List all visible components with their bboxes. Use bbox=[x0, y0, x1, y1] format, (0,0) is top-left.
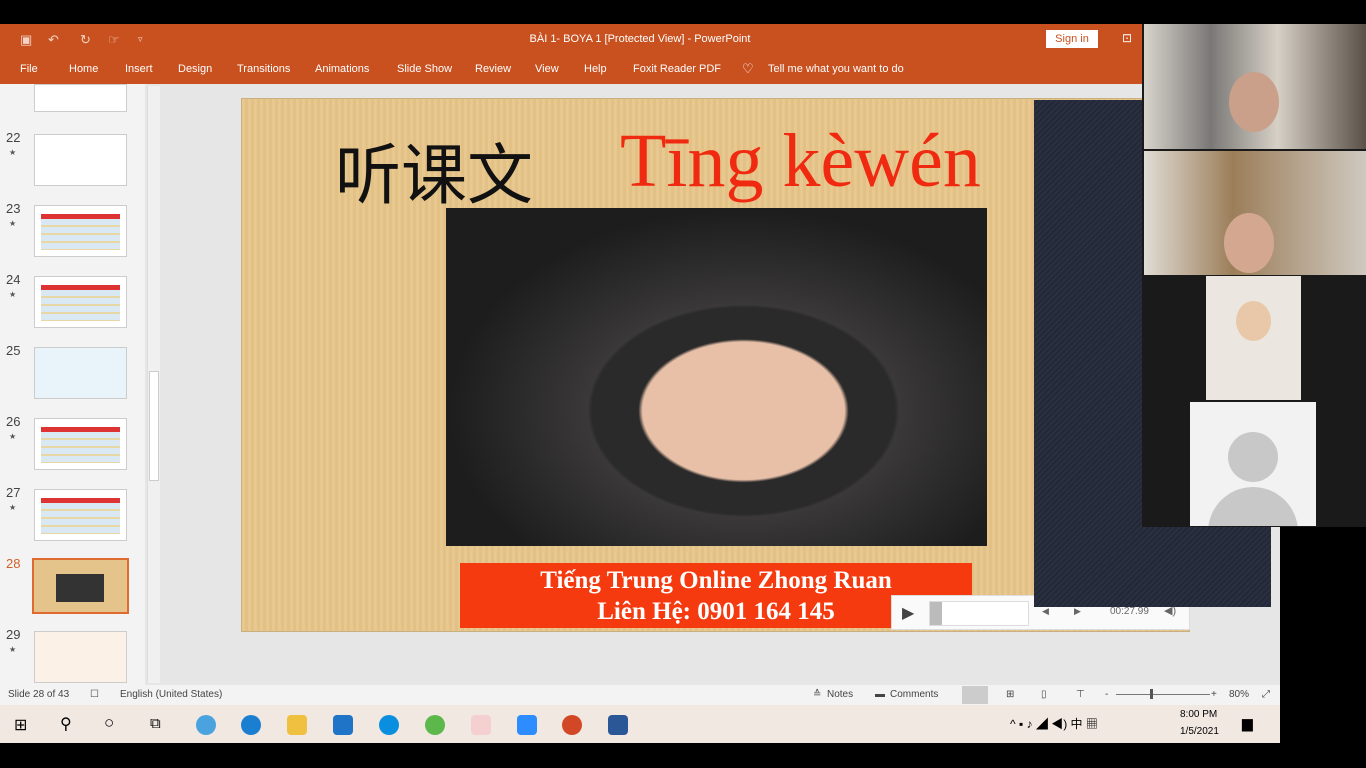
tab-transitions[interactable]: Transitions bbox=[237, 63, 290, 75]
slide-number: 28 bbox=[6, 556, 21, 571]
slide-number: 25 bbox=[6, 343, 21, 358]
tab-slide-show[interactable]: Slide Show bbox=[397, 63, 452, 75]
tab-home[interactable]: Home bbox=[69, 63, 98, 75]
thumbnail-scrollbar[interactable] bbox=[147, 86, 160, 683]
clock-time[interactable]: 8:00 PM bbox=[1180, 709, 1217, 720]
start-icon[interactable]: ⊞ bbox=[14, 715, 27, 735]
clock-date[interactable]: 1/5/2021 bbox=[1180, 726, 1219, 737]
app-icon[interactable] bbox=[425, 715, 445, 735]
slide-number: 27 bbox=[6, 485, 21, 500]
slide-sorter-icon[interactable]: ⊞ bbox=[1006, 689, 1014, 700]
fit-slide-icon[interactable]: ⤢ bbox=[1262, 689, 1270, 700]
reading-view-icon[interactable]: ▯ bbox=[1041, 689, 1047, 700]
lightbulb-icon: ♡ bbox=[742, 61, 754, 76]
windows-taskbar: ⊞ ⚲ ○ ⧉ ^ ▪ ♪ ◢ ◀) 中 ▦ 8:00 PM 1/5/2021 … bbox=[0, 705, 1280, 743]
slideshow-icon[interactable]: ⊤ bbox=[1076, 689, 1085, 700]
mail-icon[interactable] bbox=[333, 715, 353, 735]
participant-avatar-placeholder[interactable] bbox=[1190, 402, 1316, 526]
tab-animations[interactable]: Animations bbox=[315, 63, 369, 75]
slide-number: 23 bbox=[6, 201, 21, 216]
title-bar: ▣ ↶ ↻ ☞ ▿ BÀI 1- BOYA 1 [Protected View]… bbox=[0, 24, 1142, 55]
zoom-out-icon[interactable]: - bbox=[1105, 689, 1108, 700]
language[interactable]: English (United States) bbox=[120, 689, 222, 700]
star-icon: ★ bbox=[9, 645, 17, 654]
tab-foxit[interactable]: Foxit Reader PDF bbox=[633, 63, 721, 75]
slide-number: 22 bbox=[6, 130, 21, 145]
slide-thumbnail-selected[interactable] bbox=[32, 558, 129, 614]
video-participants-panel bbox=[1142, 24, 1366, 527]
participant-video[interactable] bbox=[1206, 276, 1301, 400]
avatar-icon bbox=[1228, 432, 1278, 482]
slide-number: 29 bbox=[6, 627, 21, 642]
tab-view[interactable]: View bbox=[535, 63, 559, 75]
audio-time: 00:27.99 bbox=[1110, 606, 1149, 617]
tab-file[interactable]: File bbox=[20, 63, 38, 75]
zoom-in-icon[interactable]: + bbox=[1211, 689, 1217, 700]
notes-button[interactable]: Notes bbox=[827, 689, 853, 700]
slide-thumbnail[interactable] bbox=[34, 134, 127, 186]
notifications-icon[interactable]: ▆ bbox=[1242, 715, 1253, 732]
tab-help[interactable]: Help bbox=[584, 63, 607, 75]
slide-title-pinyin: Tīng kèwén bbox=[620, 119, 981, 203]
tab-review[interactable]: Review bbox=[475, 63, 511, 75]
play-icon[interactable]: ▶ bbox=[902, 603, 914, 623]
app-icon[interactable] bbox=[471, 715, 491, 735]
comments-button[interactable]: Comments bbox=[890, 689, 938, 700]
seek-back-icon[interactable]: ◀ bbox=[1042, 606, 1049, 617]
zoom-icon[interactable] bbox=[517, 715, 537, 735]
baby-headphones-image bbox=[446, 208, 987, 546]
star-icon: ★ bbox=[9, 503, 17, 512]
edge-icon[interactable] bbox=[241, 715, 261, 735]
ribbon-display-icon[interactable]: ⊡ bbox=[1122, 31, 1132, 45]
participant-video[interactable] bbox=[1144, 151, 1366, 275]
slide-thumbnail[interactable] bbox=[34, 347, 127, 399]
file-explorer-icon[interactable] bbox=[287, 715, 307, 735]
search-icon[interactable]: ⚲ bbox=[60, 714, 72, 734]
skype-icon[interactable] bbox=[379, 715, 399, 735]
participant-video[interactable] bbox=[1144, 24, 1366, 149]
normal-view-icon[interactable] bbox=[962, 686, 988, 704]
comments-icon: ▬ bbox=[875, 689, 885, 700]
tab-insert[interactable]: Insert bbox=[125, 63, 153, 75]
sign-in-button[interactable]: Sign in bbox=[1046, 30, 1098, 48]
task-view-icon[interactable]: ⧉ bbox=[150, 715, 161, 732]
zoom-slider[interactable] bbox=[1116, 694, 1210, 695]
star-icon: ★ bbox=[9, 148, 17, 157]
cortana-icon[interactable]: ○ bbox=[104, 713, 114, 733]
slide-thumbnail[interactable] bbox=[34, 489, 127, 541]
star-icon: ★ bbox=[9, 219, 17, 228]
zoom-slider-thumb[interactable] bbox=[1150, 689, 1153, 699]
slide-thumbnail[interactable] bbox=[34, 276, 127, 328]
slide-thumbnail-pane[interactable]: 22 ★ 23 ★ 24 ★ 25 26 ★ 27 ★ 28 29 ★ bbox=[0, 84, 145, 685]
powerpoint-icon[interactable] bbox=[562, 715, 582, 735]
slide-thumbnail[interactable] bbox=[34, 84, 127, 112]
slide-thumbnail[interactable] bbox=[34, 205, 127, 257]
zoom-level[interactable]: 80% bbox=[1229, 689, 1249, 700]
seek-forward-icon[interactable]: ▶ bbox=[1074, 606, 1081, 617]
slide-thumbnail[interactable] bbox=[34, 418, 127, 470]
spellcheck-icon[interactable]: ☐ bbox=[90, 689, 99, 700]
tell-me-search[interactable]: Tell me what you want to do bbox=[768, 63, 904, 75]
slide-title-hanzi: 听课文 bbox=[335, 137, 533, 214]
ribbon-tabs: File Home Insert Design Transitions Anim… bbox=[0, 55, 1142, 84]
slide-number: 26 bbox=[6, 414, 21, 429]
star-icon: ★ bbox=[9, 432, 17, 441]
tray-icons[interactable]: ^ ▪ ♪ ◢ ◀) 中 ▦ bbox=[1010, 715, 1098, 732]
audio-progress-bar[interactable] bbox=[929, 601, 1029, 626]
status-bar: Slide 28 of 43 ☐ English (United States)… bbox=[0, 685, 1280, 705]
star-icon: ★ bbox=[9, 290, 17, 299]
ie-icon[interactable] bbox=[196, 715, 216, 735]
slide-counter: Slide 28 of 43 bbox=[8, 689, 70, 700]
word-icon[interactable] bbox=[608, 715, 628, 735]
slide-thumbnail[interactable] bbox=[34, 631, 127, 683]
slide-number: 24 bbox=[6, 272, 21, 287]
tab-design[interactable]: Design bbox=[178, 63, 212, 75]
notes-icon: ≙ bbox=[813, 689, 822, 700]
banner-line-1: Tiếng Trung Online Zhong Ruan bbox=[540, 567, 892, 594]
